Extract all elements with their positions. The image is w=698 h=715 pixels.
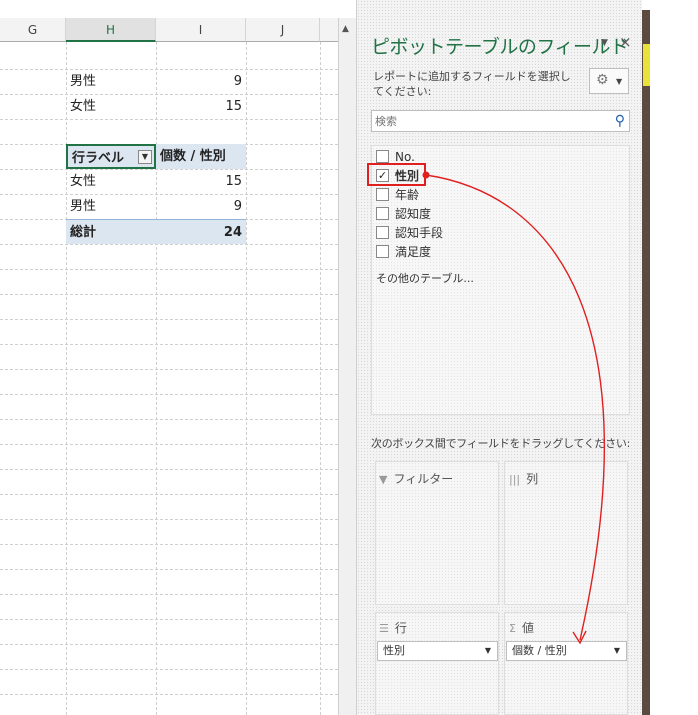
row-gridline	[0, 244, 338, 245]
pivot-row-male-value[interactable]: 9	[156, 194, 246, 219]
field-search-box[interactable]: ⚲	[371, 110, 630, 132]
field-label: 認知度	[395, 207, 432, 221]
pivot-row-female-label[interactable]: 女性	[66, 169, 156, 194]
filter-icon: ▼	[379, 473, 388, 486]
row-gridline	[0, 319, 338, 320]
field-item-awareness[interactable]: 認知度	[376, 205, 431, 224]
vertical-scrollbar[interactable]: ▲	[338, 18, 356, 715]
row-gridline	[0, 369, 338, 370]
field-label: 認知手段	[395, 226, 444, 240]
row-gridline	[0, 269, 338, 270]
pivot-grand-total-value[interactable]: 24	[156, 219, 246, 244]
cell-i-male-count[interactable]: 9	[156, 69, 246, 94]
field-search-input[interactable]	[372, 111, 602, 131]
row-gridline	[0, 294, 338, 295]
row-label-filter-dropdown[interactable]: ▼	[138, 150, 152, 164]
chevron-down-icon: ▼	[616, 77, 623, 86]
row-gridline	[0, 644, 338, 645]
area-label: 値	[521, 621, 534, 635]
area-label: 行	[394, 621, 407, 635]
close-icon[interactable]: ×	[619, 33, 632, 51]
rows-area-field-gender[interactable]: 性別 ▼	[377, 641, 498, 661]
row-gridline	[0, 694, 338, 695]
gridline	[246, 42, 247, 715]
gear-icon: ⚙	[596, 72, 609, 88]
column-header-h[interactable]: H	[66, 18, 156, 42]
field-item-age[interactable]: 年齢	[376, 186, 419, 205]
pivot-row-male-label[interactable]: 男性	[66, 194, 156, 219]
field-checkbox[interactable]	[376, 188, 389, 201]
filters-area-header: ▼ フィルター	[379, 470, 453, 487]
row-gridline	[0, 119, 338, 120]
gridline	[156, 42, 157, 715]
column-header-g[interactable]: G	[0, 18, 66, 42]
field-checkbox[interactable]	[376, 150, 389, 163]
pane-description: レポートに追加するフィールドを選択してください:	[373, 70, 571, 98]
row-gridline	[0, 469, 338, 470]
values-area-field-count-gender[interactable]: 個数 / 性別 ▼	[506, 641, 627, 661]
pivot-value-header[interactable]: 個数 / 性別	[156, 144, 246, 169]
column-header-blank	[320, 18, 338, 42]
pivot-row-female-value[interactable]: 15	[156, 169, 246, 194]
spreadsheet-grid[interactable]: G H I J 男性 9 女性 15 行ラベル ▼ 個数 / 性別 女性 15 …	[0, 0, 338, 715]
row-gridline	[0, 619, 338, 620]
row-gridline	[0, 444, 338, 445]
columns-area-header: ||| 列	[509, 470, 538, 487]
field-checkbox[interactable]	[376, 245, 389, 258]
cell-h-female-label[interactable]: 女性	[66, 94, 156, 119]
field-checkbox[interactable]	[376, 226, 389, 239]
more-tables-link[interactable]: その他のテーブル...	[376, 270, 474, 286]
field-checkbox[interactable]	[376, 207, 389, 220]
scroll-up-icon[interactable]: ▲	[342, 24, 349, 34]
area-label: 列	[526, 472, 539, 486]
gridline	[66, 42, 67, 715]
adjacent-window-strip	[642, 10, 650, 715]
field-item-awareness-method[interactable]: 認知手段	[376, 224, 443, 243]
row-gridline	[0, 544, 338, 545]
row-gridline	[0, 494, 338, 495]
row-gridline	[0, 344, 338, 345]
chevron-down-icon[interactable]: ▼	[614, 642, 620, 660]
chevron-down-icon[interactable]: ▼	[485, 642, 491, 660]
row-gridline	[0, 669, 338, 670]
field-label: 年齢	[395, 188, 420, 202]
search-icon[interactable]: ⚲	[615, 113, 625, 129]
row-gridline	[0, 569, 338, 570]
chevron-down-icon[interactable]: ▼	[601, 38, 608, 48]
drag-instructions: 次のボックス間でフィールドをドラッグしてください:	[371, 437, 630, 450]
area-item-label: 個数 / 性別	[512, 644, 567, 657]
field-label: 満足度	[395, 245, 432, 259]
field-item-satisfaction[interactable]: 満足度	[376, 243, 431, 262]
row-gridline	[0, 594, 338, 595]
pivot-grand-total-label[interactable]: 総計	[66, 219, 156, 244]
column-header-i[interactable]: I	[156, 18, 246, 42]
pane-title: ピボットテーブルのフィールド	[371, 36, 629, 58]
rows-area-header: ☰ 行	[379, 619, 407, 636]
adjacent-window-accent	[643, 44, 650, 86]
values-area-header: Σ値	[509, 619, 534, 636]
field-label: No.	[395, 150, 415, 164]
window-edge	[642, 0, 698, 715]
rows-icon: ☰	[379, 622, 389, 635]
cell-h-male-label[interactable]: 男性	[66, 69, 156, 94]
pivot-field-list-pane: ピボットテーブルのフィールド ▼ × レポートに追加するフィールドを選択してくだ…	[356, 0, 642, 715]
area-item-label: 性別	[383, 644, 405, 657]
sigma-icon: Σ	[509, 622, 516, 635]
row-gridline	[0, 394, 338, 395]
area-label: フィルター	[393, 472, 454, 486]
annotation-highlight-box	[367, 163, 426, 186]
cell-i-female-count[interactable]: 15	[156, 94, 246, 119]
row-gridline	[0, 419, 338, 420]
columns-icon: |||	[509, 473, 521, 486]
row-gridline	[0, 519, 338, 520]
column-header-j[interactable]: J	[246, 18, 320, 42]
gridline	[320, 42, 321, 715]
tools-button[interactable]: ⚙ ▼	[589, 68, 629, 94]
